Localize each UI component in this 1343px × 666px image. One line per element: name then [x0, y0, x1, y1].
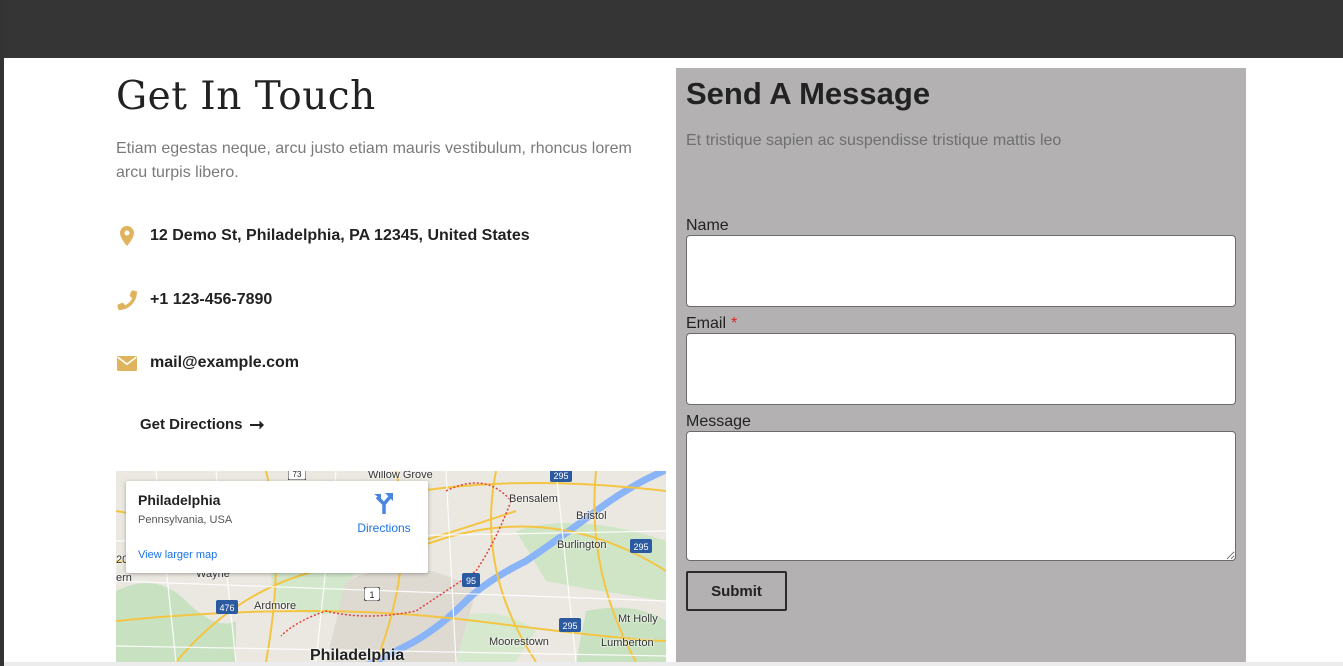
message-field[interactable]	[686, 431, 1236, 561]
map-label-philadelphia: Philadelphia	[310, 647, 405, 662]
message-label-text: Message	[686, 413, 751, 430]
map-place-name: Philadelphia	[138, 492, 221, 508]
map-label-willow-grove: Willow Grove	[368, 471, 433, 481]
page-title: Get In Touch	[116, 74, 376, 119]
map-pin-icon	[116, 225, 138, 247]
shield-i295c-text: 295	[562, 621, 577, 631]
arrow-right-icon	[249, 420, 264, 429]
email-label-text: Email	[686, 315, 727, 332]
required-marker: *	[731, 315, 738, 332]
map-label-moorestown: Moorestown	[489, 636, 549, 648]
envelope-icon	[116, 352, 138, 374]
phone-text: +1 123-456-7890	[150, 291, 273, 308]
shield-i295a-text: 295	[553, 471, 568, 481]
contact-intro-text: Etiam egestas neque, arcu justo etiam ma…	[116, 140, 632, 181]
form-title: Send A Message	[686, 76, 931, 111]
map-label-mt-holly: Mt Holly	[618, 613, 658, 625]
us-route-shield-icon: 1	[364, 587, 380, 601]
name-label: Name	[686, 217, 729, 235]
contact-info-column: Get In Touch Etiam egestas neque, arcu j…	[116, 58, 666, 662]
page-bottom-edge	[4, 662, 1343, 666]
map-place-region: Pennsylvania, USA	[138, 514, 233, 526]
interstate-shield-icon: 476	[216, 600, 238, 614]
interstate-shield-icon: 295	[630, 539, 652, 553]
address-row: 12 Demo St, Philadelphia, PA 12345, Unit…	[116, 224, 530, 248]
embedded-map[interactable]: Willow Grove Bensalem Bristol Burlington…	[116, 471, 666, 662]
shield-us1-text: 1	[369, 590, 374, 600]
map-label-ardmore: Ardmore	[254, 600, 297, 612]
name-label-text: Name	[686, 217, 729, 234]
map-label-bristol: Bristol	[576, 510, 607, 522]
name-field[interactable]	[686, 235, 1236, 307]
map-directions-button[interactable]: Directions	[351, 492, 417, 535]
contact-section: Get In Touch Etiam egestas neque, arcu j…	[4, 58, 1343, 662]
email-text: mail@example.com	[150, 354, 299, 371]
interstate-shield-icon: 295	[550, 471, 572, 482]
map-info-card: Philadelphia Pennsylvania, USA View larg…	[126, 481, 428, 573]
address-text: 12 Demo St, Philadelphia, PA 12345, Unit…	[150, 227, 530, 244]
email-field[interactable]	[686, 333, 1236, 405]
message-form-panel: Send A Message Et tristique sapien ac su…	[676, 68, 1246, 662]
interstate-shield-icon: 295	[559, 618, 581, 632]
top-header-bar	[4, 0, 1343, 58]
map-label-burlington: Burlington	[557, 539, 607, 551]
submit-button[interactable]: Submit	[686, 571, 787, 611]
map-label-bensalem: Bensalem	[509, 493, 558, 505]
state-route-shield-icon: 73	[288, 471, 306, 480]
phone-icon	[116, 289, 138, 311]
email-row: mail@example.com	[116, 351, 299, 375]
directions-icon	[374, 493, 393, 514]
shield-i95-text: 95	[466, 576, 476, 586]
email-label: Email *	[686, 315, 737, 333]
phone-row: +1 123-456-7890	[116, 288, 272, 312]
map-directions-label: Directions	[357, 521, 411, 535]
shield-r73-text: 73	[293, 471, 302, 479]
message-label: Message	[686, 413, 751, 431]
shield-i295b-text: 295	[633, 542, 648, 552]
get-directions-link[interactable]: Get Directions	[140, 416, 264, 433]
map-label-lumberton: Lumberton	[601, 637, 654, 649]
form-subtitle: Et tristique sapien ac suspendisse trist…	[686, 132, 1062, 149]
shield-i476-text: 476	[219, 603, 234, 613]
view-larger-map-link[interactable]: View larger map	[138, 549, 217, 561]
interstate-shield-icon: 95	[462, 573, 480, 587]
map-label-ern: ern	[116, 572, 132, 584]
get-directions-label: Get Directions	[140, 416, 243, 433]
